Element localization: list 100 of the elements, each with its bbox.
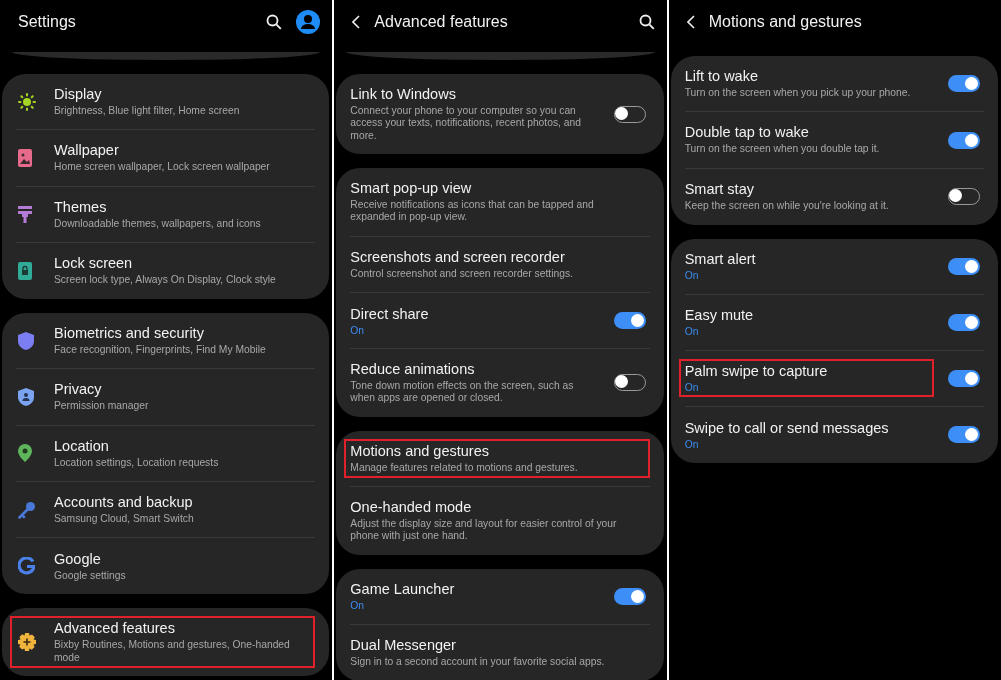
setting-title[interactable]: Smart alert [684,251,920,268]
setting-description: Screen lock type, Always On Display, Clock style [54,274,277,287]
location-pin-icon [18,444,32,463]
setting-description: Sign in to a second account in your favorite social apps. [350,656,606,669]
profile-icon[interactable] [296,10,321,34]
screen-title: Advanced features [374,13,509,31]
setting-description: Turn on the screen when you double tap it. [684,143,881,156]
toggle-switch[interactable] [613,312,646,330]
settings-row[interactable]: Advanced features Bixby Routines, Motions and gestures, One-handed mode [16,608,316,677]
shield-icon [18,331,34,350]
setting-description: Downloadable themes, wallpapers, and icons [54,217,262,231]
settings-row[interactable]: Double tap to wake Turn on the screen when you double tap it. [684,112,984,169]
setting-status: On [684,326,700,338]
settings-row[interactable]: Game Launcher On [350,568,650,625]
back-icon[interactable] [686,15,695,29]
toggle-switch[interactable] [948,369,980,387]
setting-description: Brightness, Blue light filter, Home screen [54,105,241,118]
paint-roller-icon [18,205,32,224]
screen-title: Settings [18,13,77,31]
settings-row[interactable]: Privacy Permission manager [16,369,316,426]
setting-title[interactable]: Easy mute [684,307,920,324]
setting-title[interactable]: Palm swipe to capture [684,363,920,380]
settings-row[interactable]: Lift to wake Turn on the screen when you pick up your phone. [684,56,984,113]
setting-description: Face recognition, Fingerprints, Find My Mobile [54,344,267,357]
search-icon[interactable] [266,14,283,30]
setting-status: On [350,324,366,336]
setting-title[interactable]: Display [54,86,302,102]
settings-row[interactable]: Swipe to call or send messages On [684,406,984,463]
setting-title[interactable]: Lift to wake [684,68,920,84]
settings-row[interactable]: Smart pop-up view Receive notifications as icons that can be tapped and expanded in pop-up view. [350,168,650,237]
settings-row[interactable]: Google Google settings [16,538,316,595]
setting-description: Connect your phone to your computer so you can access your texts, notifications, recent photos, and more. [350,105,582,143]
settings-row[interactable]: Screenshots and screen recorder Control screenshot and screen recorder settings. [350,236,650,294]
g-letter-icon [18,557,35,576]
settings-row[interactable]: Dual Messenger Sign in to a second account in your favorite social apps. [350,624,650,680]
setting-title[interactable]: Wallpaper [54,142,302,159]
settings-row[interactable]: Wallpaper Home screen wallpaper, Lock screen wallpaper [16,130,316,187]
back-icon[interactable] [352,15,361,29]
settings-row[interactable]: Smart alert On [684,238,984,295]
toggle-switch[interactable] [948,257,980,275]
picture-icon [18,149,32,167]
toggle-switch[interactable] [613,587,646,605]
settings-row[interactable]: Lock screen Screen lock type, Always On Display, Clock style [16,243,316,300]
setting-title[interactable]: Motions and gestures [350,442,636,459]
setting-title[interactable]: Location [54,437,302,454]
setting-title[interactable]: Link to Windows [350,86,586,102]
setting-description: Tone down motion effects on the screen, such as when apps are opened or closed. [350,380,575,405]
toggle-switch[interactable] [948,131,980,149]
setting-description: Adjust the display size and layout for easier control of your phone with just one hand. [350,518,618,543]
setting-title[interactable]: Reduce animations [350,361,586,378]
setting-description: Turn on the screen when you pick up your phone. [684,87,912,100]
setting-title[interactable]: Smart stay [684,181,920,197]
settings-row[interactable]: Easy mute On [684,294,984,351]
setting-description: Permission manager [54,400,150,413]
key-icon [18,500,36,519]
setting-title[interactable]: Accounts and backup [54,494,302,511]
setting-title[interactable]: Smart pop-up view [350,180,636,197]
settings-row[interactable]: Biometrics and security Face recognition, Fingerprints, Find My Mobile [16,313,316,370]
settings-row[interactable]: Accounts and backup Samsung Cloud, Smart Switch [16,482,316,539]
setting-title[interactable]: Biometrics and security [54,325,302,342]
setting-description: Home screen wallpaper, Lock screen wallpaper [54,161,271,174]
settings-row[interactable]: Palm swipe to capture On [684,350,984,407]
sun-icon [18,92,36,111]
gear-plus-icon [18,633,36,652]
settings-row[interactable]: Link to Windows Connect your phone to your computer so you can access your texts, notifications, recent photos, and more. [350,74,650,155]
setting-title[interactable]: Game Launcher [350,581,586,598]
setting-title[interactable]: Privacy [54,381,302,398]
setting-title[interactable]: Direct share [350,305,586,322]
setting-title[interactable]: One-handed mode [350,499,636,516]
settings-row[interactable]: Reduce animations Tone down motion effects on the screen, such as when apps are opened or closed. [350,349,650,417]
settings-row[interactable]: One-handed mode Adjust the display size and layout for easier control of your phone with just one hand. [350,487,650,555]
setting-title[interactable]: Dual Messenger [350,637,636,654]
setting-title[interactable]: Screenshots and screen recorder [350,248,636,265]
setting-title[interactable]: Google [54,550,302,567]
setting-title[interactable]: Lock screen [54,255,302,272]
settings-row[interactable]: Motions and gestures Manage features related to motions and gestures. [350,430,650,488]
lock-icon [18,262,32,281]
setting-title[interactable]: Themes [54,198,302,215]
settings-row[interactable]: Themes Downloadable themes, wallpapers, and icons [16,186,316,244]
setting-title[interactable]: Swipe to call or send messages [684,419,920,436]
search-icon[interactable] [638,14,655,30]
setting-description: Manage features related to motions and gestures. [350,461,579,475]
setting-status: On [684,438,700,450]
setting-description: Keep the screen on while you're looking at it. [684,200,890,213]
setting-title[interactable]: Advanced features [54,620,302,637]
settings-row[interactable]: Direct share On [350,293,650,350]
screen-title: Motions and gestures [708,13,863,31]
setting-title[interactable]: Double tap to wake [684,124,920,141]
setting-description: Bixby Routines, Motions and gestures, One-handed mode [54,639,291,665]
setting-status: On [350,600,366,612]
toggle-switch[interactable] [948,75,980,93]
toggle-switch[interactable] [948,313,980,331]
settings-row[interactable]: Location Location settings, Location requests [16,425,316,483]
setting-description: Samsung Cloud, Smart Switch [54,513,195,526]
settings-row[interactable]: Smart stay Keep the screen on while you're looking at it. [684,168,984,225]
setting-description: Google settings [54,569,127,583]
settings-row[interactable]: Display Brightness, Blue light filter, Home screen [16,74,316,131]
shield-person-icon [18,388,34,407]
setting-description: Control screenshot and screen recorder settings. [350,267,574,281]
toggle-switch[interactable] [948,426,980,444]
